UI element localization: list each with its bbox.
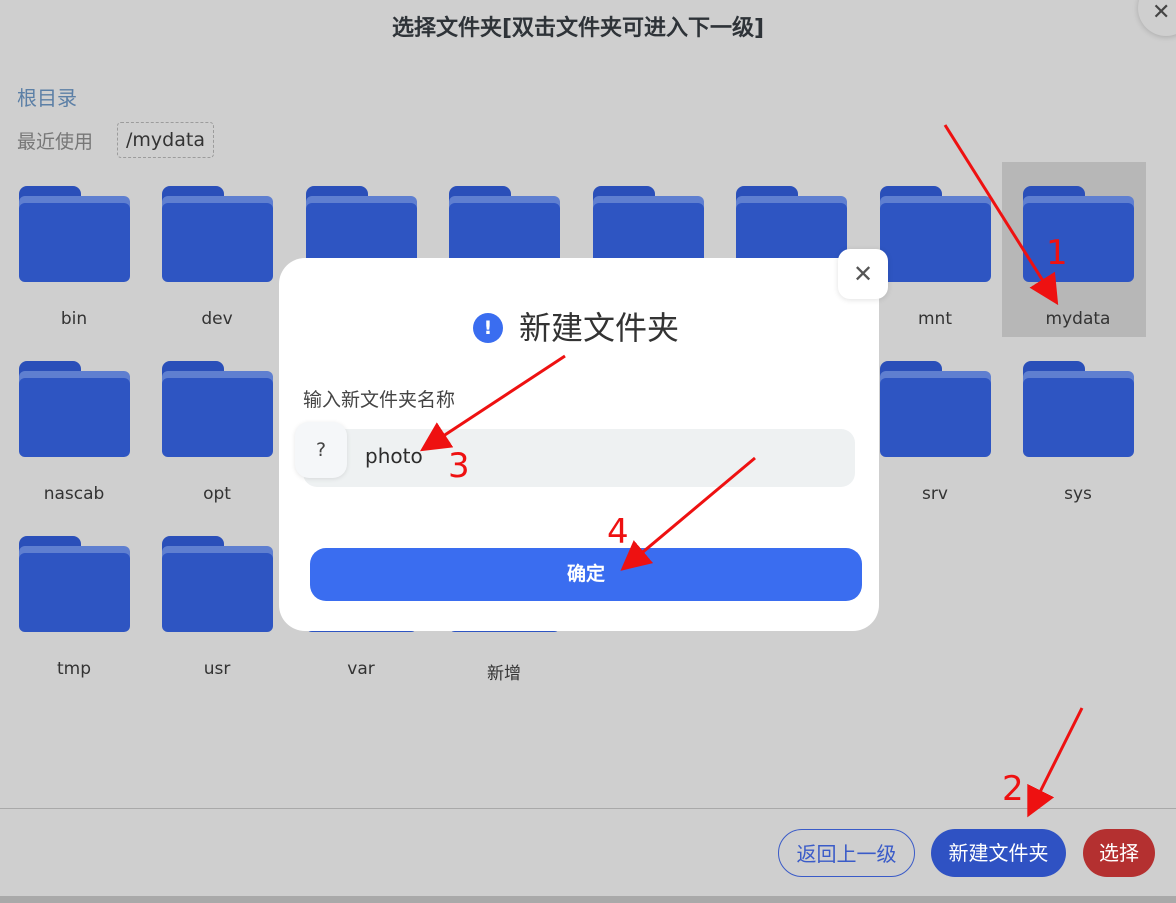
annotation-step-1: 1 [1046,233,1068,273]
annotation-step-2: 2 [1002,769,1024,809]
arrow-4 [620,456,756,571]
arrow-2 [1027,707,1084,818]
annotation-arrows [419,124,1084,818]
annotation-step-3: 3 [448,446,470,486]
arrow-3 [419,354,566,452]
arrow-1 [943,124,1059,306]
annotation-step-4: 4 [607,512,629,552]
